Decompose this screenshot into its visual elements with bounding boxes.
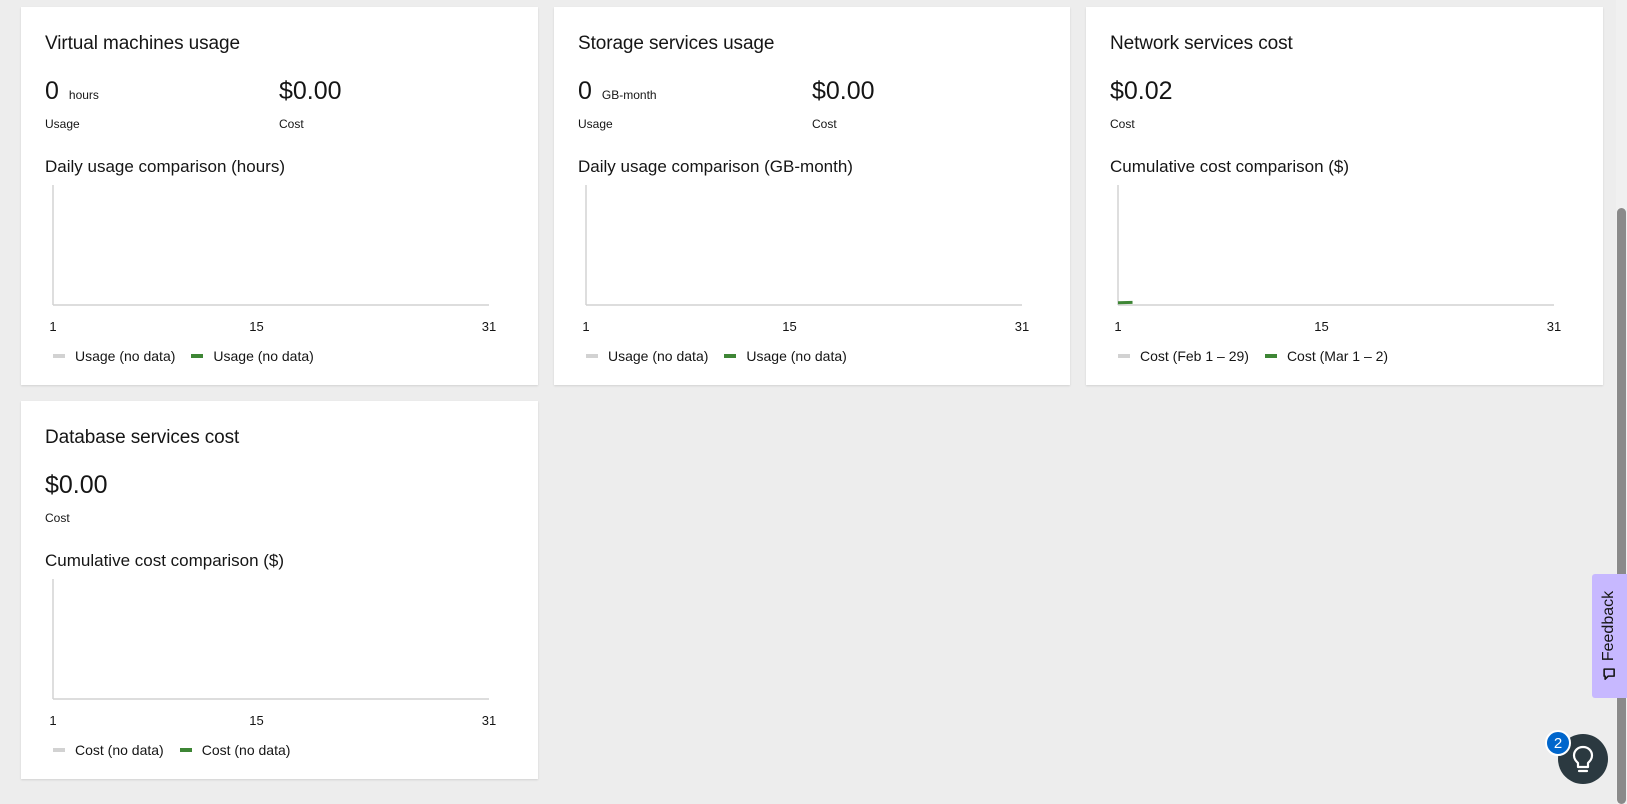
chart-legend: Usage (no data) Usage (no data): [53, 348, 330, 364]
chart-svg: 1 15 31: [582, 185, 1029, 334]
legend-swatch-gray: [53, 354, 65, 358]
chart-legend: Cost (Feb 1 – 29) Cost (Mar 1 – 2): [1118, 348, 1404, 364]
chart-title: Cumulative cost comparison ($): [45, 551, 285, 570]
legend-swatch-gray: [53, 748, 65, 752]
usage-unit: GB-month: [601, 88, 657, 102]
x-tick-label: 1: [1114, 319, 1121, 334]
cost-value: $0.00: [279, 77, 342, 105]
usage-value: 0 hours: [45, 77, 99, 105]
card-title: Database services cost: [45, 427, 240, 448]
chart-legend: Usage (no data) Usage (no data): [586, 348, 863, 364]
usage-unit: hours: [68, 88, 99, 102]
chart-svg: 1 15 31: [49, 185, 496, 334]
usage-value: 0 GB-month: [578, 77, 657, 105]
card-database-services-cost: Database services cost $0.00 Cost Cumula…: [21, 401, 538, 779]
chart-svg: 1 15 31: [49, 579, 496, 728]
legend-swatch-green: [1264, 354, 1277, 358]
card-title: Storage services usage: [578, 33, 775, 54]
legend-item[interactable]: Cost (no data): [53, 742, 164, 758]
x-tick-label: 15: [782, 319, 796, 334]
legend-label: Usage (no data): [746, 348, 847, 364]
legend-swatch-green: [191, 354, 204, 358]
legend-item[interactable]: Usage (no data): [724, 348, 847, 364]
legend-label: Cost (Feb 1 – 29): [1140, 348, 1249, 364]
legend-item[interactable]: Usage (no data): [191, 348, 314, 364]
chart-title: Daily usage comparison (GB-month): [578, 157, 853, 176]
x-tick-label: 15: [249, 319, 263, 334]
legend-label: Cost (Mar 1 – 2): [1286, 348, 1389, 364]
legend-label: Cost (no data): [75, 742, 164, 758]
scrollbar-thumb[interactable]: [1617, 208, 1626, 804]
legend-label: Usage (no data): [75, 348, 176, 364]
x-tick-label: 31: [482, 713, 496, 728]
chart-legend: Cost (no data) Cost (no data): [53, 742, 306, 758]
legend-item[interactable]: Cost (Feb 1 – 29): [1118, 348, 1249, 364]
cost-value: $0.02: [1110, 77, 1173, 105]
chart: 1 15 31: [578, 185, 1048, 335]
feedback-label: Feedback: [1600, 590, 1618, 662]
legend-item[interactable]: Usage (no data): [53, 348, 175, 364]
legend-label: Usage (no data): [213, 348, 314, 364]
cost-value: $0.00: [45, 471, 108, 499]
cost-value: $0.00: [812, 77, 875, 105]
x-tick-label: 31: [1547, 319, 1561, 334]
legend-item[interactable]: Cost (no data): [179, 742, 291, 758]
card-virtual-machines-usage: Virtual machines usage 0 hours Usage $0.0…: [21, 7, 538, 385]
x-tick-label: 1: [49, 713, 56, 728]
lightbulb-icon: [1572, 745, 1594, 773]
feedback-icon: [1603, 668, 1616, 680]
feedback-button[interactable]: Feedback: [1592, 574, 1627, 698]
card-title: Virtual machines usage: [45, 33, 240, 54]
legend-label: Cost (no data): [201, 742, 291, 758]
legend-label: Usage (no data): [608, 348, 709, 364]
usage-label: Usage: [578, 117, 613, 131]
card-storage-services-usage: Storage services usage 0 GB-month Usage $…: [554, 7, 1070, 385]
x-tick-label: 15: [1314, 319, 1328, 334]
x-tick-label: 15: [249, 713, 263, 728]
chart: 1 15 31: [45, 579, 515, 729]
cost-label: Cost: [1110, 117, 1135, 131]
legend-item[interactable]: Cost (Mar 1 – 2): [1264, 348, 1389, 364]
legend-swatch-gray: [586, 354, 598, 358]
legend-swatch-gray: [1118, 354, 1130, 358]
notification-badge: 2: [1545, 730, 1571, 756]
legend-swatch-green: [724, 354, 737, 358]
chart: 1 15 31: [45, 185, 515, 335]
card-network-services-cost: Network services cost $0.02 Cost Cumulat…: [1086, 7, 1603, 385]
chart-title: Daily usage comparison (hours): [45, 157, 285, 176]
x-tick-label: 1: [582, 319, 589, 334]
chart-svg: 1 15 31: [1114, 185, 1561, 334]
x-tick-label: 31: [1015, 319, 1029, 334]
cost-label: Cost: [45, 511, 70, 525]
x-tick-label: 31: [482, 319, 496, 334]
legend-item[interactable]: Usage (no data): [586, 348, 708, 364]
legend-swatch-green: [179, 748, 192, 752]
chart: 1 15 31: [1110, 185, 1580, 335]
x-tick-label: 1: [49, 319, 56, 334]
chart-title: Cumulative cost comparison ($): [1110, 157, 1350, 176]
cost-label: Cost: [812, 117, 837, 131]
usage-label: Usage: [45, 117, 80, 131]
card-title: Network services cost: [1110, 33, 1293, 54]
cost-label: Cost: [279, 117, 304, 131]
